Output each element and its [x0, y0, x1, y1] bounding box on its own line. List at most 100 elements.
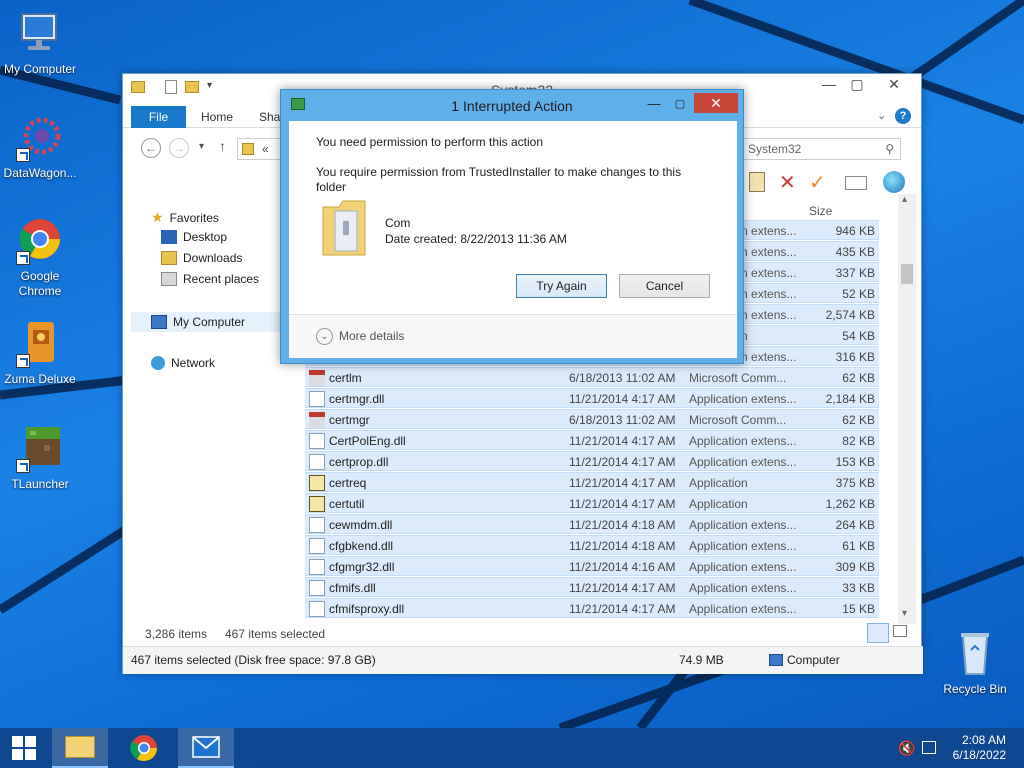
desktop-icon-recycle-bin[interactable]: Recycle Bin: [935, 630, 1015, 697]
file-type: Application extens...: [689, 602, 797, 616]
nav-network[interactable]: Network: [151, 356, 215, 370]
file-name: cfgmgr32.dll: [329, 560, 395, 574]
globe-icon[interactable]: [883, 171, 905, 193]
maximize-button[interactable]: ▢: [667, 94, 693, 112]
file-type: Application extens...: [689, 392, 797, 406]
table-row[interactable]: certmgr.dll 11/21/2014 4:17 AM Application…: [305, 388, 879, 408]
item-name: Com: [385, 216, 411, 230]
file-date: 11/21/2014 4:17 AM: [569, 602, 676, 616]
desktop-icon-tlauncher[interactable]: TLauncher: [0, 425, 80, 492]
network-icon[interactable]: [922, 741, 936, 754]
folder-icon: [65, 736, 95, 758]
rename-check-icon[interactable]: ✓: [809, 170, 826, 195]
nav-recent-places[interactable]: Recent places: [161, 272, 259, 286]
scrollbar-thumb[interactable]: [901, 264, 913, 284]
search-input[interactable]: System32 ⚲: [741, 138, 901, 160]
shortcut-arrow-icon: [16, 148, 30, 162]
table-row[interactable]: cfgmgr32.dll 11/21/2014 4:16 AM Applicatio…: [305, 556, 879, 576]
search-placeholder: System32: [748, 142, 802, 156]
minimize-button[interactable]: —: [641, 94, 667, 112]
desktop-icon-zuma-deluxe[interactable]: Zuma Deluxe: [0, 320, 80, 387]
dialog-footer: ⌄ More details: [289, 314, 737, 358]
dialog-body: You need permission to perform this acti…: [289, 121, 737, 358]
tab-file[interactable]: File: [131, 106, 186, 128]
desktop-icon-label: TLauncher: [11, 477, 69, 491]
recent-locations-icon[interactable]: ▾: [199, 141, 204, 152]
column-header-size[interactable]: Size: [809, 204, 832, 218]
cancel-button[interactable]: Cancel: [619, 274, 710, 298]
taskbar-google-chrome[interactable]: [116, 728, 172, 768]
file-size: 62 KB: [842, 413, 875, 427]
mmc-icon: [309, 370, 325, 386]
large-icons-view-icon[interactable]: [893, 625, 907, 637]
table-row[interactable]: certprop.dll 11/21/2014 4:17 AM Applicatio…: [305, 451, 879, 471]
dll-icon: [309, 601, 325, 617]
table-row[interactable]: cewmdm.dll 11/21/2014 4:18 AM Application …: [305, 514, 879, 534]
delete-icon[interactable]: ✕: [779, 170, 796, 195]
nav-label: Recent places: [183, 272, 260, 286]
desktop-icon-datawagon[interactable]: DataWagon...: [0, 114, 80, 181]
mail-icon: [192, 736, 220, 758]
nav-downloads[interactable]: Downloads: [161, 251, 242, 265]
file-size: 264 KB: [835, 518, 875, 532]
help-icon[interactable]: ?: [895, 108, 911, 124]
nav-label: Favorites: [169, 210, 219, 225]
downloads-icon: [161, 251, 177, 265]
desktop-icon-google-chrome[interactable]: Google Chrome: [0, 217, 80, 299]
nav-my-computer[interactable]: My Computer: [131, 312, 301, 332]
file-size: 309 KB: [835, 560, 875, 574]
start-button[interactable]: [0, 728, 48, 768]
item-count: 3,286 items: [145, 627, 208, 641]
volume-muted-icon[interactable]: 🔇: [898, 740, 915, 757]
star-icon: ★: [151, 209, 164, 225]
close-button[interactable]: ✕: [694, 93, 738, 113]
table-row[interactable]: certlm 6/18/2013 11:02 AM Microsoft Comm..…: [305, 367, 879, 387]
taskbar-mail[interactable]: [178, 728, 234, 768]
desktop-icon-label: Recycle Bin: [943, 682, 1007, 696]
shortcut-arrow-icon: [16, 251, 30, 265]
file-type: Application extens...: [689, 581, 797, 595]
close-button[interactable]: ✕: [873, 74, 915, 94]
scrollbar[interactable]: ▴ ▾: [898, 194, 916, 624]
exe-icon: [309, 475, 325, 491]
back-button[interactable]: ←: [141, 138, 161, 158]
table-row[interactable]: certreq 11/21/2014 4:17 AM Application 375 …: [305, 472, 879, 492]
up-button[interactable]: ↑: [219, 138, 226, 154]
chevron-down-icon[interactable]: ⌄: [316, 328, 333, 345]
windows-logo-icon: [12, 736, 36, 760]
table-row[interactable]: certmgr 6/18/2013 11:02 AM Microsoft Comm.…: [305, 409, 879, 429]
table-row[interactable]: certutil 11/21/2014 4:17 AM Application 1,2…: [305, 493, 879, 513]
nav-favorites[interactable]: ★ Favorites: [151, 209, 219, 226]
scroll-up-icon[interactable]: ▴: [902, 194, 907, 205]
minimize-button[interactable]: —: [815, 74, 843, 94]
chevron-down-icon[interactable]: ⌄: [877, 109, 886, 122]
table-row[interactable]: cfmifs.dll 11/21/2014 4:17 AM Application …: [305, 577, 879, 597]
taskbar-file-explorer[interactable]: [52, 728, 108, 768]
table-row[interactable]: cfmifsproxy.dll 11/21/2014 4:17 AM Applica…: [305, 598, 879, 618]
file-date: 11/21/2014 4:18 AM: [569, 539, 676, 553]
file-size: 82 KB: [842, 434, 875, 448]
file-name: certmgr: [329, 413, 370, 427]
table-row[interactable]: cfgbkend.dll 11/21/2014 4:18 AM Applicatio…: [305, 535, 879, 555]
file-size: 1,262 KB: [825, 497, 875, 511]
taskbar: 🔇 2:08 AM 6/18/2022: [0, 728, 1024, 768]
shortcut-arrow-icon: [16, 459, 30, 473]
desktop-icon-my-computer[interactable]: My Computer: [0, 10, 80, 77]
properties-icon[interactable]: [845, 176, 867, 190]
file-type: Application extens...: [689, 539, 797, 553]
more-details-link[interactable]: More details: [339, 329, 404, 343]
paste-icon[interactable]: [749, 172, 765, 192]
tab-home[interactable]: Home: [201, 110, 233, 124]
system-clock[interactable]: 2:08 AM 6/18/2022: [953, 733, 1006, 763]
try-again-button[interactable]: Try Again: [516, 274, 607, 298]
scroll-down-icon[interactable]: ▾: [902, 608, 907, 619]
nav-desktop[interactable]: Desktop: [161, 230, 227, 244]
forward-button[interactable]: →: [169, 138, 189, 158]
file-name: CertPolEng.dll: [329, 434, 406, 448]
file-date: 11/21/2014 4:18 AM: [569, 518, 676, 532]
maximize-button[interactable]: ▢: [843, 74, 871, 94]
details-view-icon[interactable]: [867, 623, 889, 643]
dialog-heading: You need permission to perform this acti…: [316, 135, 544, 149]
file-name: certlm: [329, 371, 362, 385]
table-row[interactable]: CertPolEng.dll 11/21/2014 4:17 AM Applicat…: [305, 430, 879, 450]
